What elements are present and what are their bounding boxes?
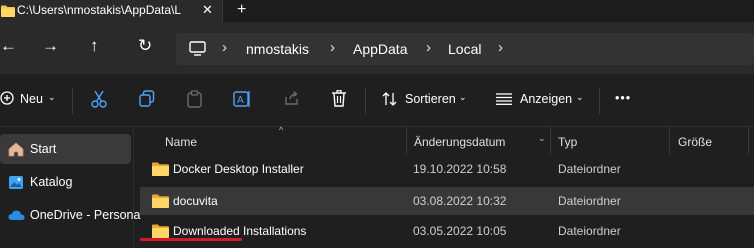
navigation-bar: ← → ↑ ↻ › nmostakis › AppData › Local › — [0, 22, 754, 74]
column-divider[interactable] — [406, 127, 407, 155]
file-name: Docker Desktop Installer — [173, 162, 304, 176]
breadcrumb-separator: › — [498, 39, 503, 56]
sidebar-item-label: Start — [30, 142, 57, 156]
sidebar-item-katalog[interactable]: Katalog — [0, 167, 131, 197]
sort-ascending-icon: ^ — [279, 125, 284, 135]
chevron-down-icon[interactable]: ⌄ — [538, 133, 546, 144]
column-name[interactable]: Name — [165, 135, 197, 149]
chevron-down-icon[interactable]: ⌄ — [48, 92, 56, 103]
table-row-selected[interactable]: docuvita 03.08.2022 10:32 Dateiordner — [140, 187, 754, 215]
folder-icon — [1, 5, 15, 20]
breadcrumb-separator: › — [330, 39, 335, 56]
svg-text:A: A — [237, 95, 244, 106]
share-icon[interactable] — [284, 90, 300, 109]
command-bar: Neu ⌄ A Sortieren ⌄ Anzeigen ⌄ ••• — [0, 74, 754, 127]
navigation-pane: Start Katalog OneDrive - Persona — [0, 127, 140, 248]
breadcrumb-nmostakis[interactable]: nmostakis — [246, 41, 309, 57]
refresh-button[interactable]: ↻ — [138, 36, 152, 56]
new-button[interactable]: Neu — [20, 92, 43, 106]
cut-icon[interactable] — [91, 90, 107, 111]
tab-title: C:\Users\nmostakis\AppData\L — [17, 3, 182, 17]
sort-button[interactable]: Sortieren — [405, 92, 456, 106]
table-row[interactable]: Downloaded Installations 03.05.2022 10:0… — [140, 217, 754, 245]
forward-button[interactable]: → — [42, 36, 59, 56]
table-row[interactable]: Docker Desktop Installer 19.10.2022 10:5… — [140, 155, 754, 183]
cloud-icon — [8, 208, 25, 224]
breadcrumb-local[interactable]: Local — [448, 41, 481, 57]
address-bar[interactable]: › nmostakis › AppData › Local › — [176, 33, 754, 65]
view-icon — [496, 93, 512, 108]
sidebar-item-label: OneDrive - Persona — [30, 208, 141, 222]
add-icon — [0, 91, 14, 108]
sidebar-item-label: Katalog — [30, 175, 73, 189]
chevron-down-icon[interactable]: ⌄ — [576, 92, 584, 103]
file-type: Dateiordner — [558, 162, 621, 176]
column-divider[interactable] — [550, 127, 551, 155]
chevron-down-icon[interactable]: ⌄ — [459, 92, 467, 103]
paste-icon[interactable] — [187, 90, 202, 111]
column-type[interactable]: Typ — [558, 135, 577, 149]
folder-icon — [152, 194, 169, 211]
divider — [599, 88, 600, 114]
column-divider[interactable] — [748, 127, 749, 155]
breadcrumb-separator: › — [426, 39, 431, 56]
file-date: 19.10.2022 10:58 — [413, 162, 507, 176]
folder-icon — [152, 224, 169, 241]
file-name: docuvita — [173, 194, 218, 208]
sort-icon — [382, 91, 398, 110]
tab-bar: C:\Users\nmostakis\AppData\L ✕ + — [0, 0, 754, 22]
rename-icon[interactable]: A — [233, 90, 251, 111]
sidebar-item-onedrive[interactable]: OneDrive - Persona — [0, 200, 140, 230]
divider — [72, 88, 73, 114]
file-date: 03.05.2022 10:05 — [413, 224, 507, 238]
column-size[interactable]: Größe — [678, 135, 712, 149]
column-divider[interactable] — [669, 127, 670, 155]
tab-active[interactable]: C:\Users\nmostakis\AppData\L ✕ — [0, 0, 223, 22]
gallery-icon — [8, 175, 24, 193]
divider — [365, 88, 366, 114]
more-options-button[interactable]: ••• — [615, 91, 631, 105]
copy-icon[interactable] — [139, 90, 155, 110]
file-date: 03.08.2022 10:32 — [413, 194, 507, 208]
new-tab-button[interactable]: + — [237, 1, 246, 19]
computer-icon — [189, 41, 206, 59]
column-date[interactable]: Änderungsdatum — [414, 135, 505, 149]
file-type: Dateiordner — [558, 224, 621, 238]
back-button[interactable]: ← — [0, 36, 17, 56]
column-header: ^ Name Änderungsdatum ⌄ Typ Größe — [135, 125, 754, 155]
delete-icon[interactable] — [332, 90, 346, 110]
file-type: Dateiordner — [558, 194, 621, 208]
breadcrumb-appdata[interactable]: AppData — [353, 41, 407, 57]
file-name: Downloaded Installations — [173, 224, 307, 238]
sidebar-item-start[interactable]: Start — [0, 134, 131, 164]
view-button[interactable]: Anzeigen — [520, 92, 572, 106]
home-icon — [8, 142, 24, 160]
breadcrumb-separator: › — [222, 39, 227, 56]
folder-icon — [152, 162, 169, 179]
up-button[interactable]: ↑ — [90, 36, 99, 56]
close-tab-icon[interactable]: ✕ — [202, 2, 213, 18]
